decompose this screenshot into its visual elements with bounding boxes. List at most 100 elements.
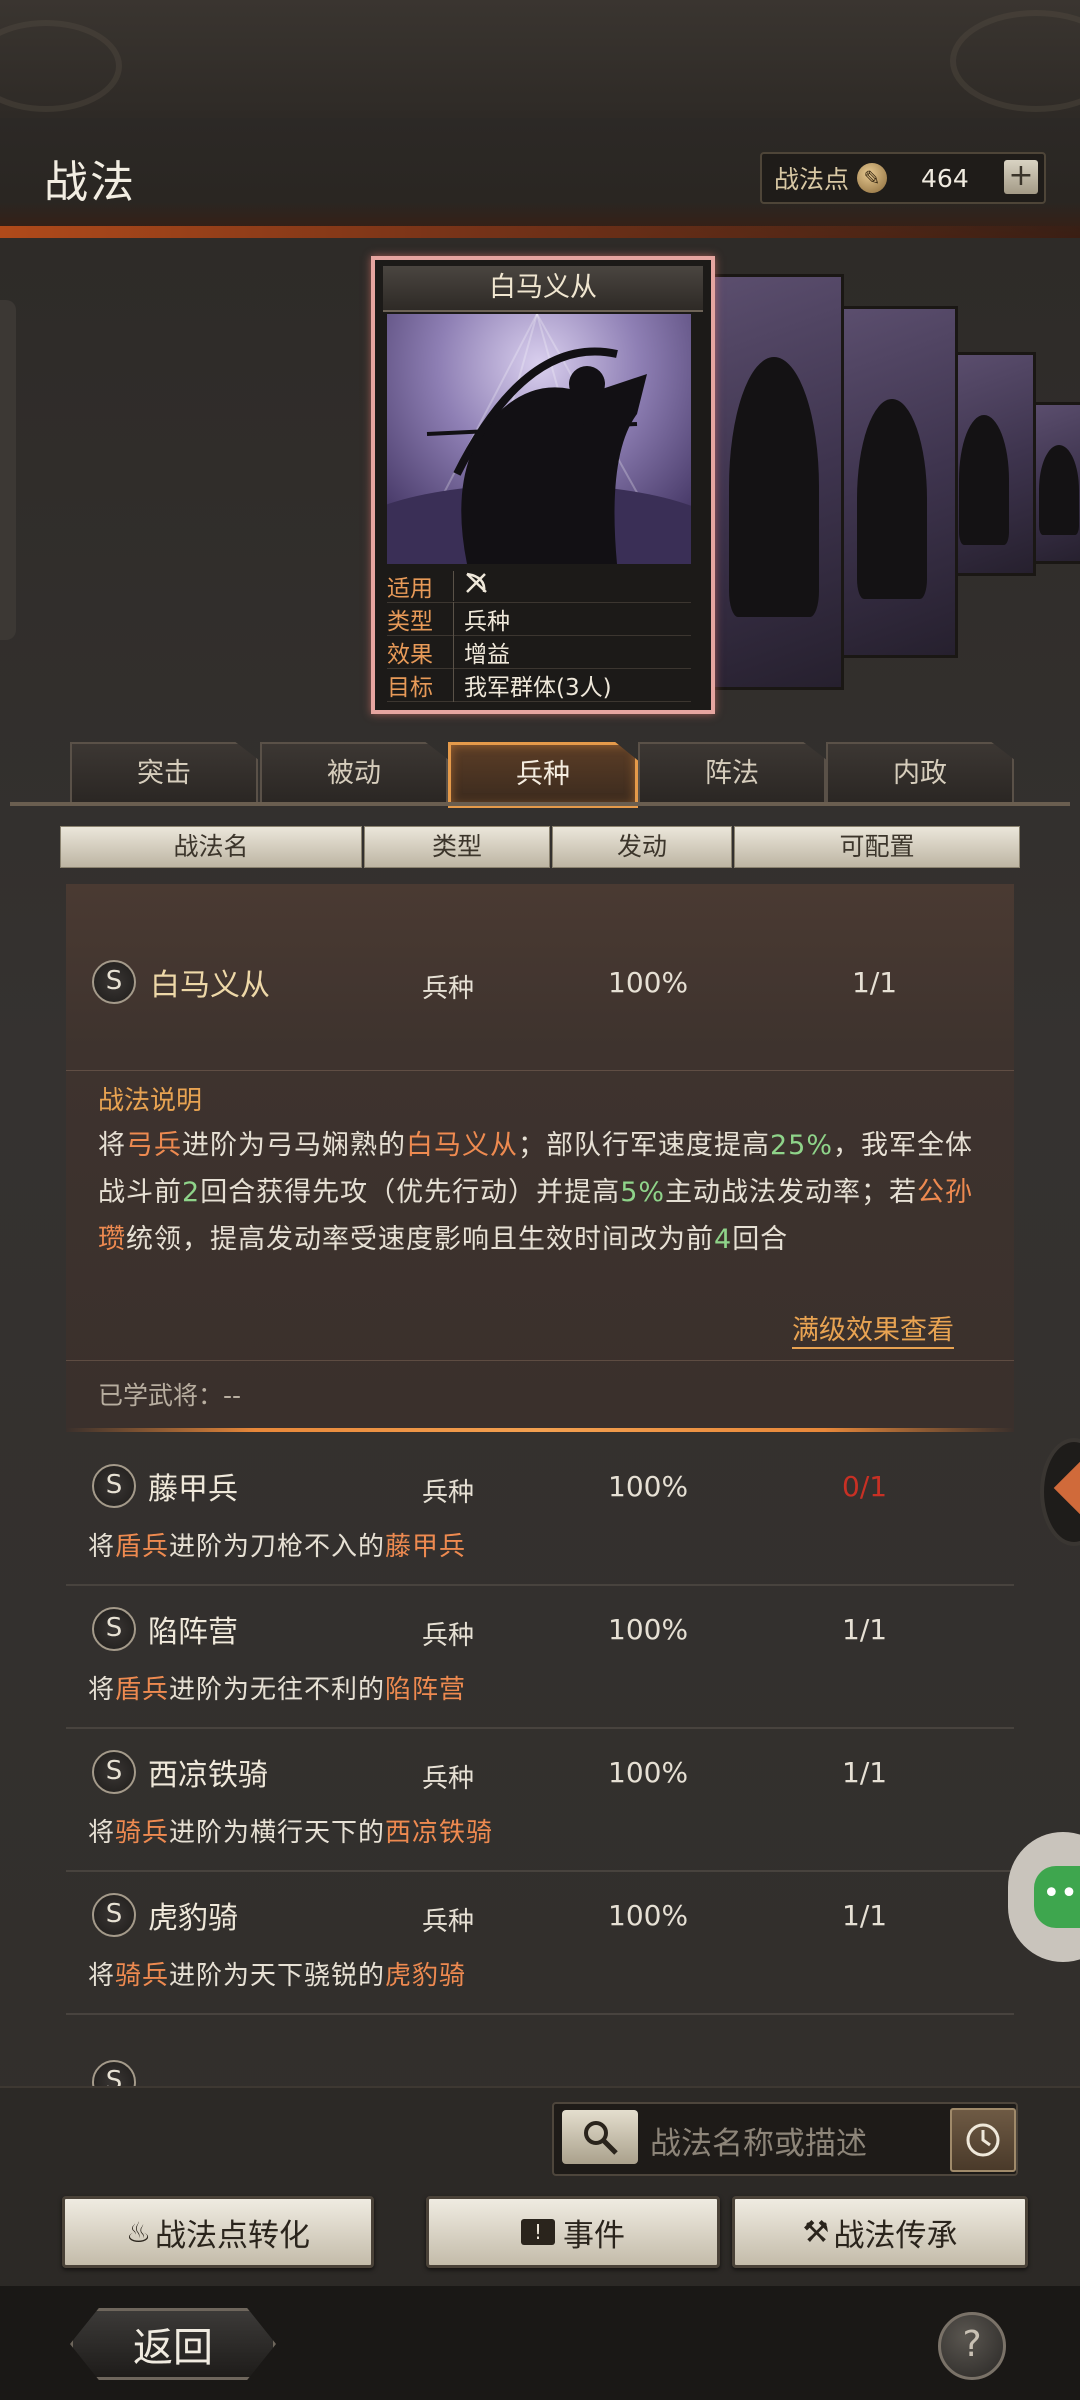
highlight-term: 藤甲兵: [385, 1532, 467, 1562]
text-fragment: ；部队行军速度提高: [518, 1130, 770, 1161]
info-value: 兵种: [453, 602, 510, 636]
add-points-button[interactable]: +: [1004, 160, 1038, 194]
text-fragment: 回合获得先攻（优先行动）并提高: [200, 1177, 621, 1208]
grade-s-icon: S: [92, 2060, 136, 2086]
tabs-underline: [10, 802, 1070, 806]
highlight-number: 5%: [620, 1177, 666, 1208]
search-icon: [584, 2121, 618, 2155]
event-label: 事件: [563, 2217, 625, 2254]
tab-troop-type[interactable]: 兵种: [448, 742, 638, 808]
list-item-header: S 藤甲兵: [92, 1464, 238, 1508]
card-back-3[interactable]: [836, 306, 958, 658]
back-button[interactable]: 返回: [70, 2308, 276, 2380]
skill-description: 将弓兵进阶为弓马娴熟的白马义从；部队行军速度提高25%，我军全体战斗前2回合获得…: [98, 1122, 998, 1263]
left-drawer-handle[interactable]: [0, 300, 16, 640]
info-value: 增益: [453, 635, 510, 669]
highlight-term: 陷阵营: [385, 1675, 467, 1705]
feather-coin-icon: ✎: [857, 163, 888, 193]
help-button[interactable]: ?: [938, 2312, 1006, 2380]
text-fragment: 将: [88, 1961, 116, 1991]
skill-config: 1/1: [842, 1613, 888, 1646]
grade-s-icon: S: [92, 1607, 136, 1651]
column-header-config[interactable]: 可配置: [734, 826, 1020, 868]
card-info-row: 效果 增益: [387, 635, 691, 669]
divider: [66, 1070, 1014, 1071]
skill-type: 兵种: [422, 1478, 475, 1508]
text-fragment: 将: [98, 1130, 126, 1161]
text-fragment: 将: [88, 1818, 116, 1848]
clock-icon: [966, 2123, 1000, 2157]
hammer-icon: ⚒: [802, 2214, 830, 2250]
tab-assault[interactable]: 突击: [70, 742, 258, 804]
text-fragment: 进阶为无往不利的: [169, 1675, 386, 1705]
grade-s-icon: S: [92, 960, 136, 1004]
card-back-2[interactable]: [712, 274, 844, 690]
grade-s-icon: S: [92, 1464, 136, 1508]
highlight-term: 骑兵: [115, 1961, 170, 1991]
list-item[interactable]: S 陷阵营 兵种 100% 1/1 将盾兵进阶为无往不利的陷阵营: [66, 1587, 1014, 1729]
list-item[interactable]: S 藤甲兵 兵种 100% 0/1 将盾兵进阶为刀枪不入的藤甲兵: [66, 1444, 1014, 1586]
highlight-term: 弓兵: [126, 1130, 182, 1161]
card-name: 白马义从: [383, 266, 703, 312]
column-header-type[interactable]: 类型: [364, 826, 550, 868]
skill-config: 1/1: [842, 1756, 888, 1789]
text-fragment: 回合: [732, 1224, 789, 1255]
list-item[interactable]: S 西凉铁骑 兵种 100% 1/1 将骑兵进阶为横行天下的西凉铁骑: [66, 1730, 1014, 1872]
info-key: 目标: [387, 675, 433, 701]
highlight-number: 2: [182, 1177, 201, 1208]
tab-passive[interactable]: 被动: [260, 742, 448, 804]
skill-config: 1/1: [842, 1899, 888, 1932]
history-button[interactable]: [950, 2108, 1016, 2172]
text-fragment: 主动战法发动率；若: [665, 1177, 918, 1208]
chat-bubble-icon: •••: [1034, 1866, 1080, 1928]
page-title: 战法: [44, 157, 136, 208]
column-header-rate[interactable]: 发动: [552, 826, 732, 868]
skill-config: 0/1: [842, 1470, 888, 1503]
text-fragment: 进阶为弓马娴熟的: [182, 1130, 406, 1161]
convert-points-button[interactable]: ♨ 战法点转化: [62, 2196, 374, 2268]
bow-crossed-icon: [453, 571, 490, 601]
skill-name: 西凉铁骑: [148, 1758, 268, 1793]
skill-summary: 将骑兵进阶为天下骁锐的虎豹骑: [88, 1955, 466, 1992]
text-fragment: 进阶为横行天下的: [169, 1818, 386, 1848]
info-key: 类型: [387, 609, 433, 635]
max-level-effect-link[interactable]: 满级效果查看: [792, 1308, 954, 1349]
skill-type: 兵种: [422, 1621, 475, 1651]
highlight-term: 白马义从: [406, 1130, 518, 1161]
tab-formation[interactable]: 阵法: [638, 742, 826, 804]
list-item-header: S 虎豹骑: [92, 1893, 238, 1937]
card-info-row: 目标 我军群体(3人): [387, 668, 691, 702]
highlight-term: 西凉铁骑: [385, 1818, 494, 1848]
search-button[interactable]: [562, 2110, 638, 2164]
archer-cavalry-illustration: [387, 314, 691, 564]
highlight-term: 骑兵: [115, 1818, 170, 1848]
skill-summary: 将骑兵进阶为横行天下的西凉铁骑: [88, 1812, 493, 1849]
expanded-skill-row[interactable]: S 白马义从 兵种 100% 1/1 战法说明 将弓兵进阶为弓马娴熟的白马义从；…: [66, 884, 1014, 1432]
list-item[interactable]: S 虎豹骑 兵种 100% 1/1 将骑兵进阶为天下骁锐的虎豹骑: [66, 1873, 1014, 2015]
description-title: 战法说明: [98, 1086, 203, 1116]
column-header-name[interactable]: 战法名: [60, 826, 362, 868]
tab-internal-affairs[interactable]: 内政: [826, 742, 1014, 804]
inherit-skill-label: 战法传承: [833, 2217, 958, 2254]
list-item-header: S 西凉铁骑: [92, 1750, 268, 1794]
card-info-row: 类型 兵种: [387, 602, 691, 636]
event-button[interactable]: ! 事件: [426, 2196, 720, 2268]
learned-generals: 已学武将：--: [98, 1381, 242, 1410]
search-input[interactable]: 战法名称或描述: [650, 2118, 867, 2163]
grade-s-icon: S: [92, 1893, 136, 1937]
skill-points-label: 战法点: [774, 165, 850, 194]
highlight-term: 虎豹骑: [385, 1961, 467, 1991]
skill-summary: 将盾兵进阶为无往不利的陷阵营: [88, 1669, 466, 1706]
highlight-term: 盾兵: [115, 1532, 170, 1562]
inherit-skill-button[interactable]: ⚒ 战法传承: [732, 2196, 1028, 2268]
info-value: 我军群体(3人): [453, 668, 612, 702]
skill-summary: 将盾兵进阶为刀枪不入的藤甲兵: [88, 1526, 466, 1563]
skill-points-value: 464: [921, 163, 969, 193]
skill-name: 陷阵营: [148, 1615, 238, 1650]
expanded-skill-type: 兵种: [422, 974, 475, 1004]
list-item-partial[interactable]: S: [66, 2040, 1014, 2086]
card-back-4[interactable]: [946, 352, 1036, 576]
skill-rate: 100%: [608, 1756, 689, 1789]
text-fragment: 进阶为刀枪不入的: [169, 1532, 386, 1562]
selected-skill-card[interactable]: 白马义从 适用 类型 兵种 效果 增益 目标 我军群体(3人): [371, 256, 715, 714]
